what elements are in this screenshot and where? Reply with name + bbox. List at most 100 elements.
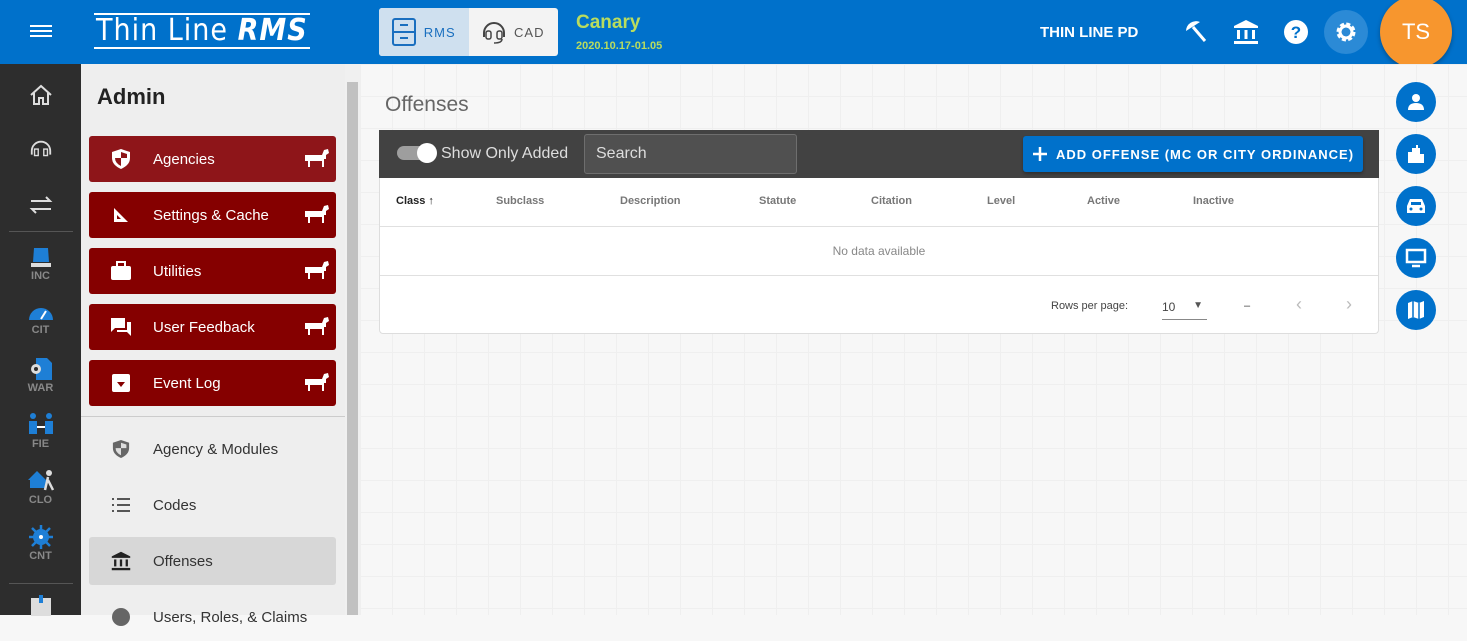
virus-icon — [28, 525, 53, 549]
admin-item-utilities[interactable]: Utilities — [89, 248, 336, 294]
add-offense-button[interactable]: ADD OFFENSE (MC OR CITY ORDINANCE) — [1023, 136, 1363, 172]
rows-per-page-select[interactable]: 10 ▼ — [1162, 292, 1207, 320]
module-rail: INC CIT WAR FIE CLO CNT — [0, 64, 81, 616]
bank-icon[interactable] — [1230, 16, 1262, 48]
column-header-citation[interactable]: Citation — [871, 195, 912, 207]
admin-item-agencies[interactable]: Agencies — [89, 136, 336, 182]
rail-item-inc[interactable]: INC — [0, 244, 81, 282]
admin-panel-scrollbar[interactable] — [345, 64, 360, 615]
column-header-subclass[interactable]: Subclass — [496, 195, 544, 207]
admin-item-users-roles-claims[interactable]: Users, Roles, & Claims — [89, 593, 336, 641]
agency-name[interactable]: THIN LINE PD — [1040, 24, 1138, 41]
toggle-label: Show Only Added — [441, 145, 569, 162]
admin-item-label: Settings & Cache — [153, 206, 269, 224]
settings-gear-icon[interactable] — [1324, 10, 1368, 54]
column-header-inactive[interactable]: Inactive — [1193, 195, 1234, 207]
rail-item-more[interactable] — [0, 594, 81, 616]
map-button[interactable] — [1396, 290, 1436, 330]
admin-item-label: Event Log — [153, 374, 221, 392]
column-header-statute[interactable]: Statute — [759, 195, 796, 207]
briefcase-icon — [89, 261, 153, 281]
admin-title: Admin — [97, 84, 166, 109]
divider — [9, 231, 73, 232]
beach-umbrella-icon[interactable] — [1180, 16, 1212, 48]
column-header-level[interactable]: Level — [987, 195, 1015, 207]
environment-name: Canary — [576, 12, 641, 33]
module-cad-button[interactable]: CAD — [469, 8, 559, 56]
goat-icon — [304, 259, 330, 283]
plus-icon — [1032, 147, 1047, 161]
column-header-class[interactable]: Class ↑ — [396, 195, 434, 207]
monitor-button[interactable] — [1396, 238, 1436, 278]
admin-item-label: Offenses — [153, 552, 213, 570]
dropdown-arrow-icon: ▼ — [1193, 300, 1203, 311]
rail-label: CLO — [28, 494, 53, 506]
user-avatar[interactable]: TS — [1380, 0, 1452, 68]
car-icon — [1407, 199, 1425, 213]
rail-transfer[interactable] — [0, 196, 81, 214]
page-title: Offenses — [385, 93, 469, 116]
building-button[interactable] — [1396, 134, 1436, 174]
admin-item-codes[interactable]: Codes — [89, 481, 336, 529]
admin-item-label: Agencies — [153, 150, 215, 168]
rail-label: CIT — [31, 324, 50, 336]
admin-item-user-feedback[interactable]: User Feedback — [89, 304, 336, 350]
rail-item-cit[interactable]: CIT — [0, 300, 81, 336]
offenses-table: Class ↑ Subclass Description Statute Cit… — [379, 178, 1379, 334]
rail-item-clo[interactable]: CLO — [0, 468, 81, 506]
prev-page-button[interactable]: ‹ — [1296, 294, 1302, 315]
goat-icon — [304, 371, 330, 395]
sort-arrow-up-icon: ↑ — [428, 195, 434, 207]
home-icon — [29, 84, 52, 105]
environment-info: Canary 2020.10.17-01.05 — [576, 12, 662, 52]
chat-icon — [89, 317, 153, 337]
person-icon — [1408, 94, 1424, 110]
rail-label: CNT — [29, 550, 52, 562]
rail-label: INC — [31, 270, 50, 282]
next-page-button[interactable]: › — [1346, 294, 1352, 315]
search-input[interactable] — [584, 134, 797, 174]
admin-panel: Admin Agencies Settings & Cache Utilitie… — [81, 64, 345, 626]
admin-item-settings-cache[interactable]: Settings & Cache — [89, 192, 336, 238]
list-icon — [89, 497, 153, 513]
module-switcher: RMS CAD — [379, 8, 558, 56]
scrollbar-thumb[interactable] — [347, 82, 358, 615]
table-toolbar: Show Only Added ADD OFFENSE (MC OR CITY … — [379, 130, 1379, 178]
app-logo[interactable]: Thin Line RMS — [94, 13, 310, 49]
divider — [9, 583, 73, 584]
goat-icon — [304, 203, 330, 227]
shield-icon — [89, 148, 153, 170]
warrant-document-icon — [30, 358, 52, 380]
admin-item-label: Users, Roles, & Claims — [153, 608, 308, 626]
column-header-description[interactable]: Description — [620, 195, 681, 207]
swap-arrows-icon — [29, 196, 52, 214]
admin-item-event-log[interactable]: Event Log — [89, 360, 336, 406]
menu-icon[interactable] — [30, 22, 52, 42]
module-label: RMS — [423, 24, 456, 40]
admin-item-offenses[interactable]: Offenses — [89, 537, 336, 585]
account-icon — [89, 607, 153, 627]
headset-icon — [30, 140, 51, 157]
set-square-icon — [89, 206, 153, 224]
admin-item-agency-modules[interactable]: Agency & Modules — [89, 425, 336, 473]
rail-dispatch[interactable] — [0, 138, 81, 162]
box-icon — [30, 595, 51, 616]
admin-item-label: Codes — [153, 496, 197, 514]
rail-item-cnt[interactable]: CNT — [0, 524, 81, 562]
goat-icon — [304, 147, 330, 171]
show-only-added-toggle[interactable] — [397, 143, 437, 163]
module-rms-button[interactable]: RMS — [379, 8, 469, 56]
column-header-active[interactable]: Active — [1087, 195, 1120, 207]
add-offense-label: ADD OFFENSE (MC OR CITY ORDINANCE) — [1055, 146, 1355, 162]
building-icon — [1408, 145, 1424, 163]
rail-item-fie[interactable]: FIE — [0, 412, 81, 450]
shield-icon — [89, 439, 153, 459]
help-icon[interactable]: ? — [1280, 16, 1312, 48]
archive-icon — [89, 373, 153, 393]
person-button[interactable] — [1396, 82, 1436, 122]
rail-item-war[interactable]: WAR — [0, 356, 81, 394]
svg-text:?: ? — [1291, 23, 1301, 42]
monitor-icon — [1405, 248, 1427, 268]
rail-home[interactable] — [0, 84, 81, 106]
vehicle-button[interactable] — [1396, 186, 1436, 226]
